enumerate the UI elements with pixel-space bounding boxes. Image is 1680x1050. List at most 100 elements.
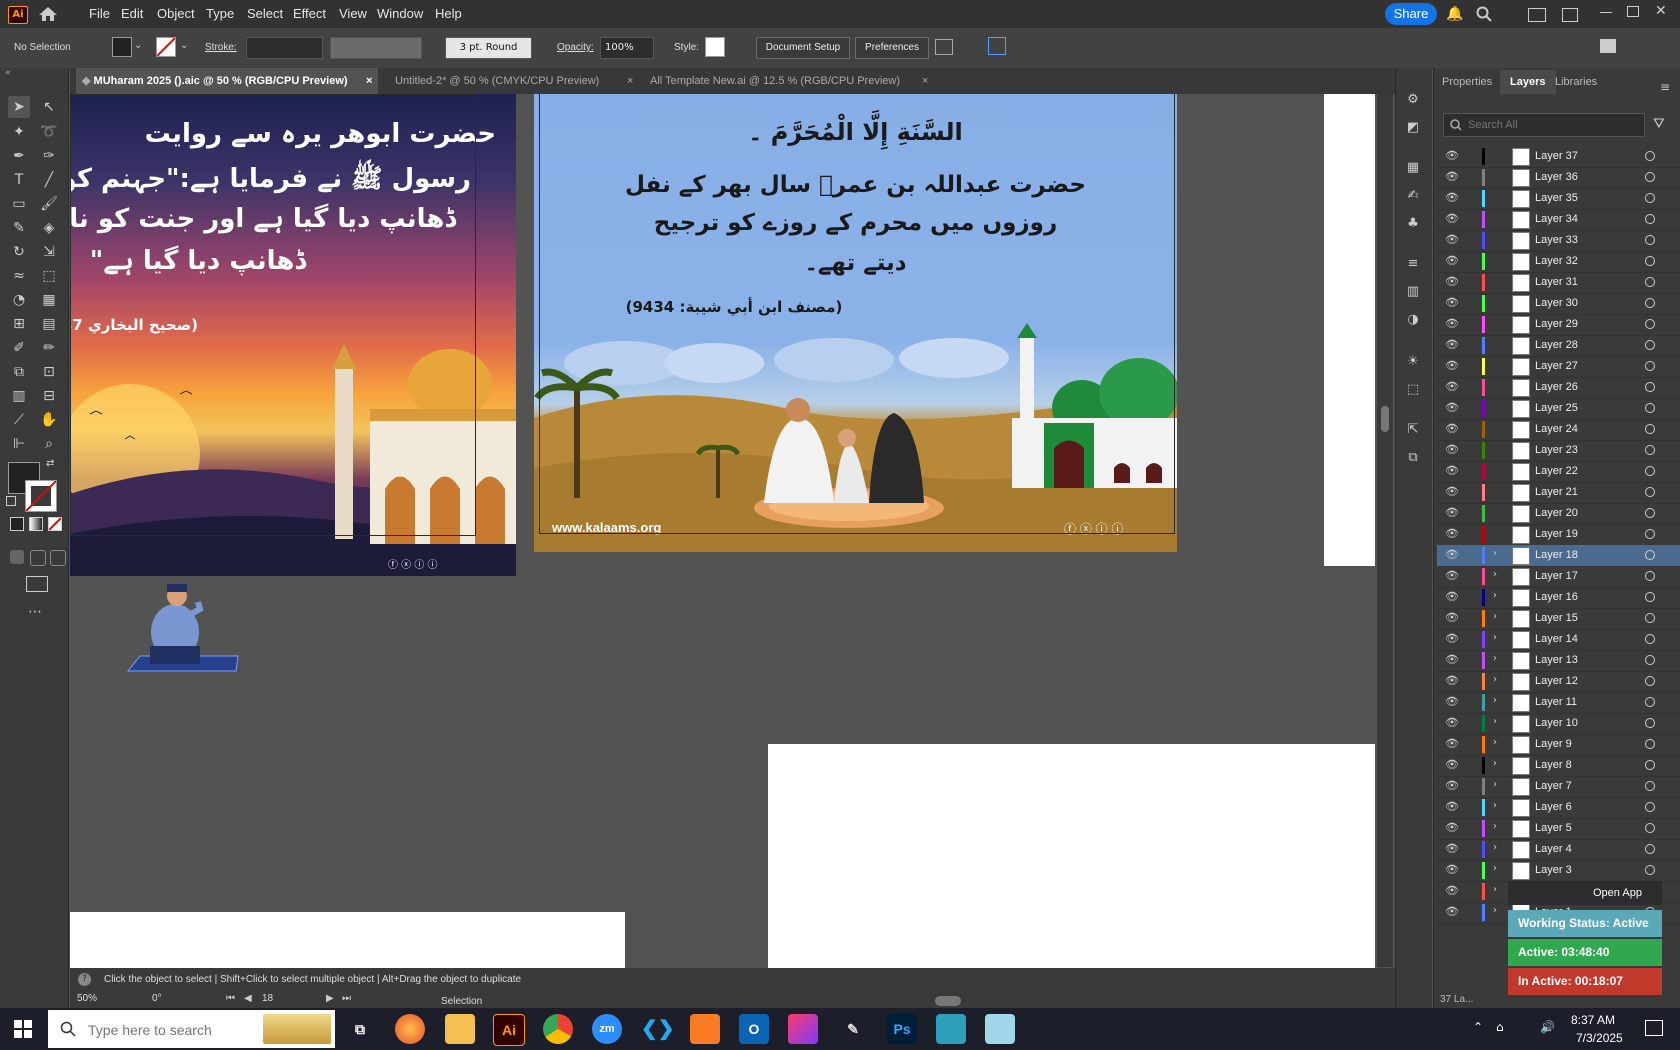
layer-target-icon[interactable] (1645, 445, 1655, 455)
firefox-icon[interactable] (395, 1014, 425, 1044)
visibility-eye-icon[interactable]: 👁 (1445, 759, 1459, 771)
layer-name[interactable]: Layer 24 (1535, 423, 1578, 435)
layer-name[interactable]: Layer 35 (1535, 192, 1578, 204)
layer-name[interactable]: Layer 20 (1535, 507, 1578, 519)
layer-row[interactable]: 👁 › Layer 9 (1437, 734, 1680, 756)
layer-name[interactable]: Layer 16 (1535, 591, 1578, 603)
layer-target-icon[interactable] (1645, 613, 1655, 623)
next-artboard-icon[interactable]: ▶ (326, 993, 334, 1004)
layer-name[interactable]: Layer 26 (1535, 381, 1578, 393)
layer-row[interactable]: 👁 Layer 34 (1437, 209, 1680, 231)
artboard-iftar[interactable]: السَّنَةِ إِلَّا الْمُحَرَّمَ ۔ حضرت عبد… (534, 94, 1177, 552)
paintbrush-icon[interactable]: 🖌 (38, 193, 60, 215)
layers-search-input[interactable] (1466, 116, 1640, 134)
expand-chevron-icon[interactable]: › (1493, 653, 1497, 664)
layer-row[interactable]: 👁 Layer 37 (1437, 146, 1680, 168)
menu-type[interactable]: Type (206, 6, 234, 21)
layer-target-icon[interactable] (1645, 529, 1655, 539)
layer-name[interactable]: Layer 3 (1535, 864, 1572, 876)
layer-name[interactable]: Layer 15 (1535, 612, 1578, 624)
layer-target-icon[interactable] (1645, 151, 1655, 161)
scrollbar-thumb[interactable] (935, 996, 961, 1006)
layer-row[interactable]: 👁 Layer 29 (1437, 314, 1680, 336)
filter-icon[interactable]: ⛛ (1653, 116, 1665, 132)
creative-cloud-icon[interactable] (788, 1014, 818, 1044)
pen-tool-icon[interactable]: ✒ (8, 145, 30, 167)
layer-row[interactable]: 👁 Layer 25 (1437, 398, 1680, 420)
graph-tool-icon[interactable]: ▥ (8, 385, 30, 407)
visibility-eye-icon[interactable]: 👁 (1445, 570, 1459, 582)
help-icon[interactable]: ? (78, 973, 91, 986)
eyedropper-icon[interactable]: ✐ (8, 337, 30, 359)
layer-row[interactable]: 👁 › Layer 14 (1437, 629, 1680, 651)
rotate-tool-icon[interactable]: ↻ (8, 241, 30, 263)
tab-layers[interactable]: Layers (1510, 76, 1545, 88)
layer-name[interactable]: Layer 37 (1535, 150, 1578, 162)
fill-swatch[interactable] (112, 37, 132, 57)
layer-row[interactable]: 👁 › Layer 18 (1437, 545, 1680, 567)
layer-target-icon[interactable] (1645, 403, 1655, 413)
menu-help[interactable]: Help (435, 6, 462, 21)
menu-edit[interactable]: Edit (121, 6, 143, 21)
layer-target-icon[interactable] (1645, 760, 1655, 770)
line-tool-icon[interactable]: ╱ (38, 169, 60, 191)
expand-chevron-icon[interactable]: › (1493, 716, 1497, 727)
network-icon[interactable]: ⌂ (1496, 1020, 1504, 1034)
more-tools-icon[interactable]: ⋯ (28, 604, 42, 620)
file-explorer-icon[interactable] (445, 1014, 475, 1044)
layer-row[interactable]: 👁 Layer 30 (1437, 293, 1680, 315)
layer-name[interactable]: Layer 17 (1535, 570, 1578, 582)
arrange-icon[interactable] (1562, 8, 1578, 22)
artboard-number-dropdown[interactable]: 18 (262, 993, 314, 1009)
layer-target-icon[interactable] (1645, 571, 1655, 581)
visibility-eye-icon[interactable]: 👁 (1445, 213, 1459, 225)
visibility-eye-icon[interactable]: 👁 (1445, 906, 1459, 918)
layer-target-icon[interactable] (1645, 697, 1655, 707)
layer-target-icon[interactable] (1645, 319, 1655, 329)
measure-tool-icon[interactable]: ✏ (38, 337, 60, 359)
close-icon[interactable]: × (627, 68, 633, 94)
layer-name[interactable]: Layer 10 (1535, 717, 1578, 729)
taskbar-search-input[interactable] (86, 1020, 270, 1040)
draw-inside-icon[interactable] (50, 550, 66, 566)
layer-row[interactable]: 👁 Layer 21 (1437, 482, 1680, 504)
pen-app-icon[interactable]: ✎ (838, 1014, 868, 1044)
visibility-eye-icon[interactable]: 👁 (1445, 381, 1459, 393)
gradient-mode-icon[interactable] (29, 517, 43, 531)
menu-object[interactable]: Object (157, 6, 195, 21)
zoom-tool-icon[interactable]: ⌕ (38, 433, 60, 455)
gradient-panel-icon[interactable]: ▥ (1404, 284, 1422, 300)
layer-name[interactable]: Layer 6 (1535, 801, 1572, 813)
visibility-eye-icon[interactable]: 👁 (1445, 822, 1459, 834)
layer-target-icon[interactable] (1645, 865, 1655, 875)
width-tool-icon[interactable]: ≈ (8, 265, 30, 287)
visibility-eye-icon[interactable]: 👁 (1445, 696, 1459, 708)
visibility-eye-icon[interactable]: 👁 (1445, 192, 1459, 204)
perspective-grid-icon[interactable]: ▦ (38, 289, 60, 311)
close-window-icon[interactable]: ✕ (1655, 3, 1667, 19)
visibility-eye-icon[interactable]: 👁 (1445, 864, 1459, 876)
search-icon[interactable] (1476, 6, 1492, 25)
swap-colors-icon[interactable]: ⇄ (46, 458, 54, 469)
expand-chevron-icon[interactable]: › (1493, 884, 1497, 895)
layer-target-icon[interactable] (1645, 424, 1655, 434)
visibility-eye-icon[interactable]: 👁 (1445, 843, 1459, 855)
layer-target-icon[interactable] (1645, 235, 1655, 245)
swatches-icon[interactable]: ▦ (1404, 160, 1422, 176)
document-setup-button[interactable]: Document Setup (756, 37, 850, 59)
visibility-eye-icon[interactable]: 👁 (1445, 444, 1459, 456)
layer-name[interactable]: Layer 13 (1535, 654, 1578, 666)
layer-row[interactable]: 👁 Layer 22 (1437, 461, 1680, 483)
visibility-eye-icon[interactable]: 👁 (1445, 591, 1459, 603)
artboard-blank-bottom-right[interactable] (768, 744, 1375, 969)
visibility-eye-icon[interactable]: 👁 (1445, 255, 1459, 267)
app-icon-notes[interactable] (985, 1014, 1015, 1044)
stroke-swatch[interactable] (156, 37, 176, 57)
expand-chevron-icon[interactable]: › (1493, 821, 1497, 832)
layer-name[interactable]: Layer 11 (1535, 696, 1577, 708)
illustrator-taskbar-icon[interactable]: Ai (493, 1014, 525, 1046)
image-trace-icon[interactable]: ⬚ (1404, 382, 1422, 398)
visibility-eye-icon[interactable]: 👁 (1445, 780, 1459, 792)
zoom-app-icon[interactable]: zm (592, 1014, 622, 1044)
curvature-tool-icon[interactable]: ✑ (38, 145, 60, 167)
